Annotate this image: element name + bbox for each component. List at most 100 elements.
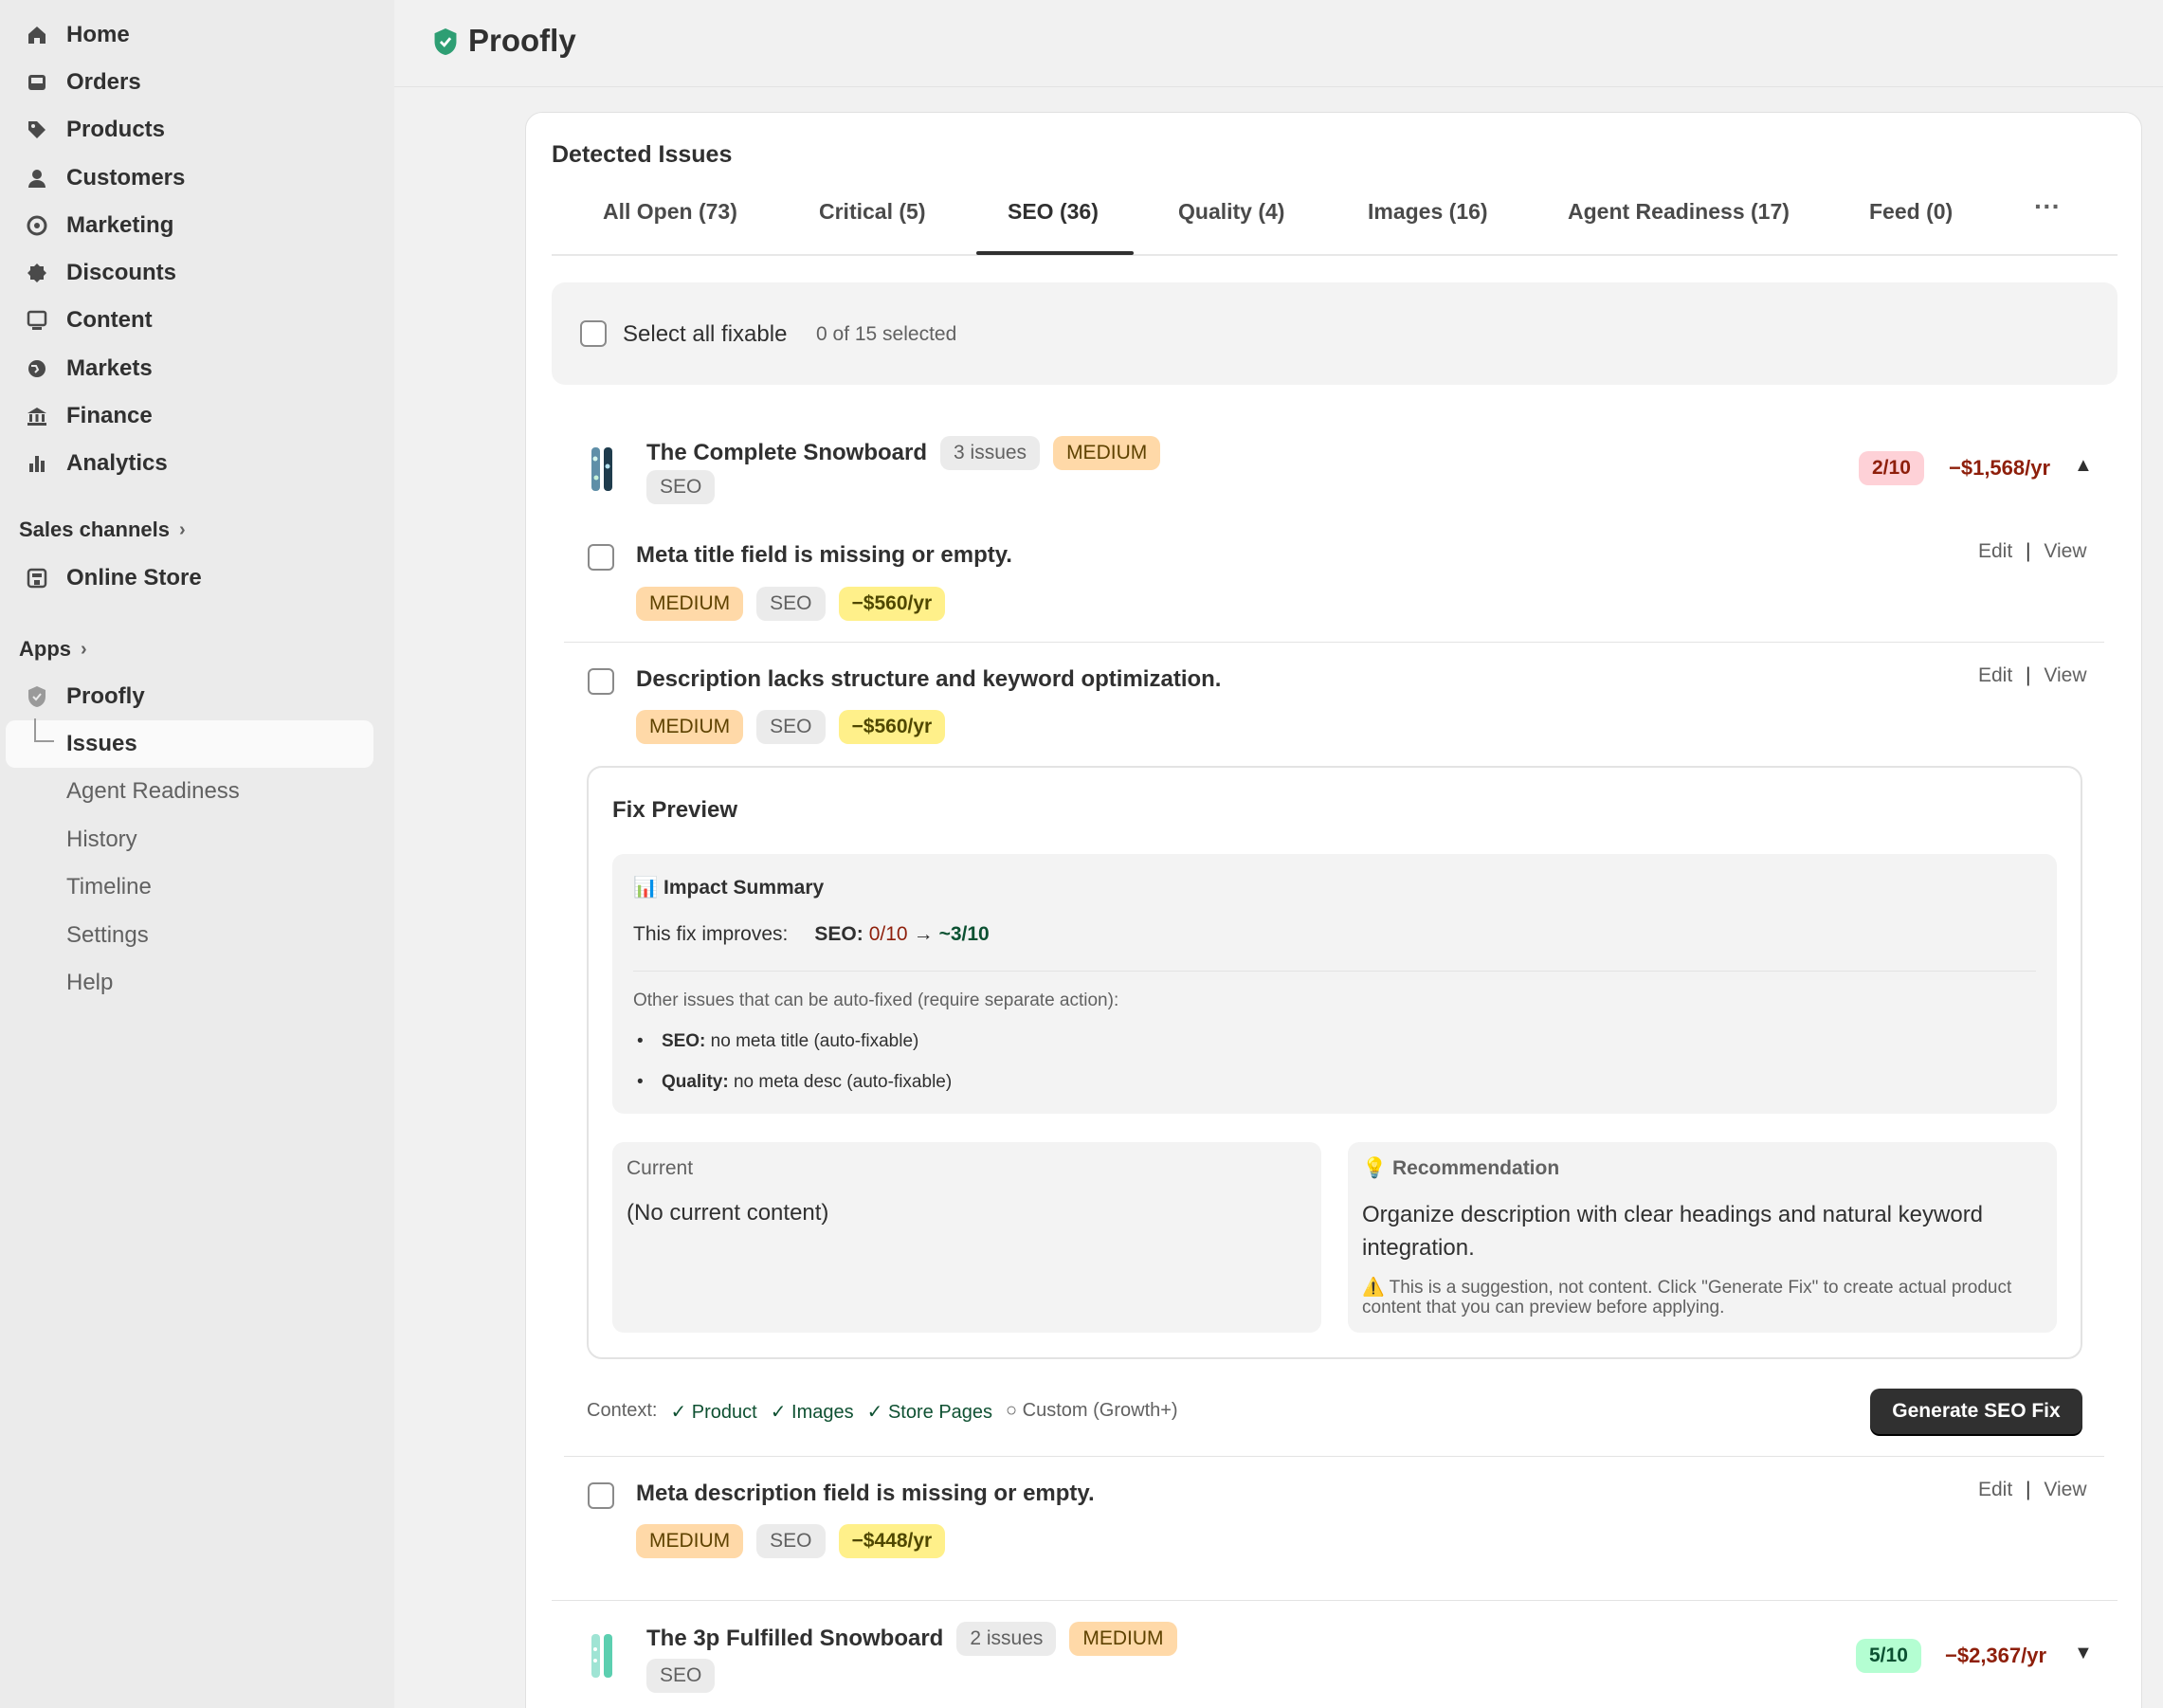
product-name[interactable]: The 3p Fulfilled Snowboard [646, 1626, 943, 1652]
sidebar-item-products[interactable]: Products [23, 111, 165, 149]
product-name[interactable]: The Complete Snowboard [646, 440, 927, 466]
category-badge: SEO [756, 587, 826, 621]
target-icon [23, 211, 51, 240]
improves-label: This fix improves: [633, 923, 789, 945]
tab-seo[interactable]: SEO (36) [1008, 199, 1099, 225]
other-issue-category: Quality: [661, 1072, 729, 1092]
view-link[interactable]: View [2044, 1479, 2086, 1500]
context-product[interactable]: ✓ Product [670, 1400, 756, 1424]
impact-badge: −$560/yr [838, 587, 946, 621]
issue-divider [564, 642, 2104, 643]
score-badge: 2/10 [1859, 451, 1924, 485]
home-icon [23, 21, 51, 49]
recommendation-label: 💡 Recommendation [1362, 1157, 1560, 1179]
sidebar-item-proofly[interactable]: Proofly [23, 678, 145, 716]
impact-divider [633, 971, 2036, 972]
seo-label: SEO: [814, 923, 863, 945]
more-tabs-button[interactable]: ··· [2034, 191, 2061, 222]
score-badge: 5/10 [1856, 1639, 1921, 1673]
sidebar-sub-timeline[interactable]: Timeline [66, 874, 152, 900]
context-store-pages[interactable]: ✓ Store Pages [867, 1400, 992, 1424]
category-badge: SEO [646, 470, 716, 504]
edit-link[interactable]: Edit [1978, 1479, 2012, 1500]
sidebar-item-discounts[interactable]: Discounts [23, 254, 176, 292]
fix-preview-title: Fix Preview [612, 797, 738, 823]
product-header: The Complete Snowboard 3 issues MEDIUM [646, 436, 1161, 470]
sidebar-item-finance[interactable]: Finance [23, 397, 153, 435]
view-link[interactable]: View [2044, 664, 2086, 686]
sidebar-sub-help[interactable]: Help [66, 970, 113, 996]
sidebar-item-label: Marketing [66, 212, 174, 238]
person-icon [23, 164, 51, 192]
sidebar-item-label: Proofly [66, 683, 145, 709]
discount-icon [23, 259, 51, 287]
sidebar-item-online-store[interactable]: Online Store [23, 559, 202, 597]
sidebar-item-label: Orders [66, 69, 141, 95]
current-content-box [612, 1142, 1321, 1333]
chevron-right-icon: › [81, 638, 87, 660]
other-issue-item: • Quality: no meta desc (auto-fixable) [637, 1072, 952, 1093]
issue-title: Meta title field is missing or empty. [636, 542, 1012, 568]
tab-agent-readiness[interactable]: Agent Readiness (17) [1568, 199, 1790, 225]
sidebar-section-sales-channels[interactable]: Sales channels › [19, 518, 186, 542]
view-link[interactable]: View [2044, 540, 2086, 562]
edit-link[interactable]: Edit [1978, 540, 2012, 562]
sidebar-item-content[interactable]: Content [23, 301, 153, 339]
sidebar-item-label: Home [66, 22, 130, 47]
issue-checkbox[interactable] [588, 1482, 614, 1509]
sidebar-section-apps[interactable]: Apps › [19, 637, 87, 662]
issue-badges: MEDIUM SEO −$560/yr [636, 710, 946, 744]
sidebar-item-analytics[interactable]: Analytics [23, 445, 168, 482]
sidebar-sub-history[interactable]: History [66, 827, 137, 853]
sidebar-sub-agent-readiness[interactable]: Agent Readiness [66, 778, 240, 805]
category-badge: SEO [646, 1659, 716, 1693]
tab-images[interactable]: Images (16) [1368, 199, 1488, 225]
sidebar-sub-settings[interactable]: Settings [66, 922, 149, 949]
app-title: Proofly [468, 23, 576, 58]
select-all-label: Select all fixable [623, 321, 788, 347]
context-row: Context: ✓ Product ✓ Images ✓ Store Page… [587, 1400, 1178, 1424]
collapse-caret-icon[interactable]: ▲ [2074, 455, 2093, 477]
sidebar-item-label: Analytics [66, 450, 168, 476]
severity-badge: MEDIUM [636, 1524, 744, 1558]
tab-quality[interactable]: Quality (4) [1178, 199, 1284, 225]
product-header: The 3p Fulfilled Snowboard 2 issues MEDI… [646, 1622, 1177, 1656]
select-all-checkbox[interactable] [580, 320, 607, 347]
current-label: Current [627, 1157, 694, 1179]
sidebar-item-label: Customers [66, 165, 186, 191]
severity-badge: MEDIUM [636, 710, 744, 744]
tab-critical[interactable]: Critical (5) [819, 199, 925, 225]
generate-seo-fix-button[interactable]: Generate SEO Fix [1870, 1389, 2082, 1434]
current-value: (No current content) [627, 1200, 829, 1226]
tree-connector-icon [34, 718, 54, 742]
seo-from: 0/10 [868, 923, 908, 945]
severity-badge: MEDIUM [1053, 436, 1161, 470]
tab-all-open[interactable]: All Open (73) [603, 199, 737, 225]
edit-link[interactable]: Edit [1978, 664, 2012, 686]
sidebar-item-home[interactable]: Home [23, 16, 130, 54]
issue-title: Description lacks structure and keyword … [636, 666, 1222, 692]
sidebar-item-customers[interactable]: Customers [23, 159, 185, 197]
sidebar-sub-issues[interactable]: Issues [66, 731, 137, 757]
store-icon [23, 564, 51, 592]
proofly-logo-icon [434, 28, 457, 55]
context-images[interactable]: ✓ Images [771, 1400, 854, 1424]
sidebar-item-markets[interactable]: Markets [23, 350, 153, 388]
bullet-icon: • [637, 1031, 644, 1051]
bullet-icon: • [637, 1072, 644, 1092]
context-label: Context: [587, 1400, 658, 1421]
recommendation-warning: ⚠️ This is a suggestion, not content. Cl… [1362, 1278, 2012, 1317]
expand-caret-icon[interactable]: ▼ [2074, 1643, 2093, 1664]
tab-feed[interactable]: Feed (0) [1869, 199, 1953, 225]
context-custom[interactable]: ○ Custom (Growth+) [1006, 1400, 1178, 1424]
revenue-loss: −$2,367/yr [1945, 1644, 2047, 1667]
sidebar-item-label: Online Store [66, 565, 202, 591]
sidebar-item-orders[interactable]: Orders [23, 64, 141, 101]
issue-checkbox[interactable] [588, 668, 614, 695]
card-title: Detected Issues [552, 141, 733, 168]
other-issues-label: Other issues that can be auto-fixed (req… [633, 990, 1119, 1010]
issue-actions: Edit | View [1978, 540, 2086, 563]
other-issue-text: no meta title (auto-fixable) [710, 1031, 919, 1051]
issue-checkbox[interactable] [588, 544, 614, 571]
sidebar-item-marketing[interactable]: Marketing [23, 207, 173, 245]
